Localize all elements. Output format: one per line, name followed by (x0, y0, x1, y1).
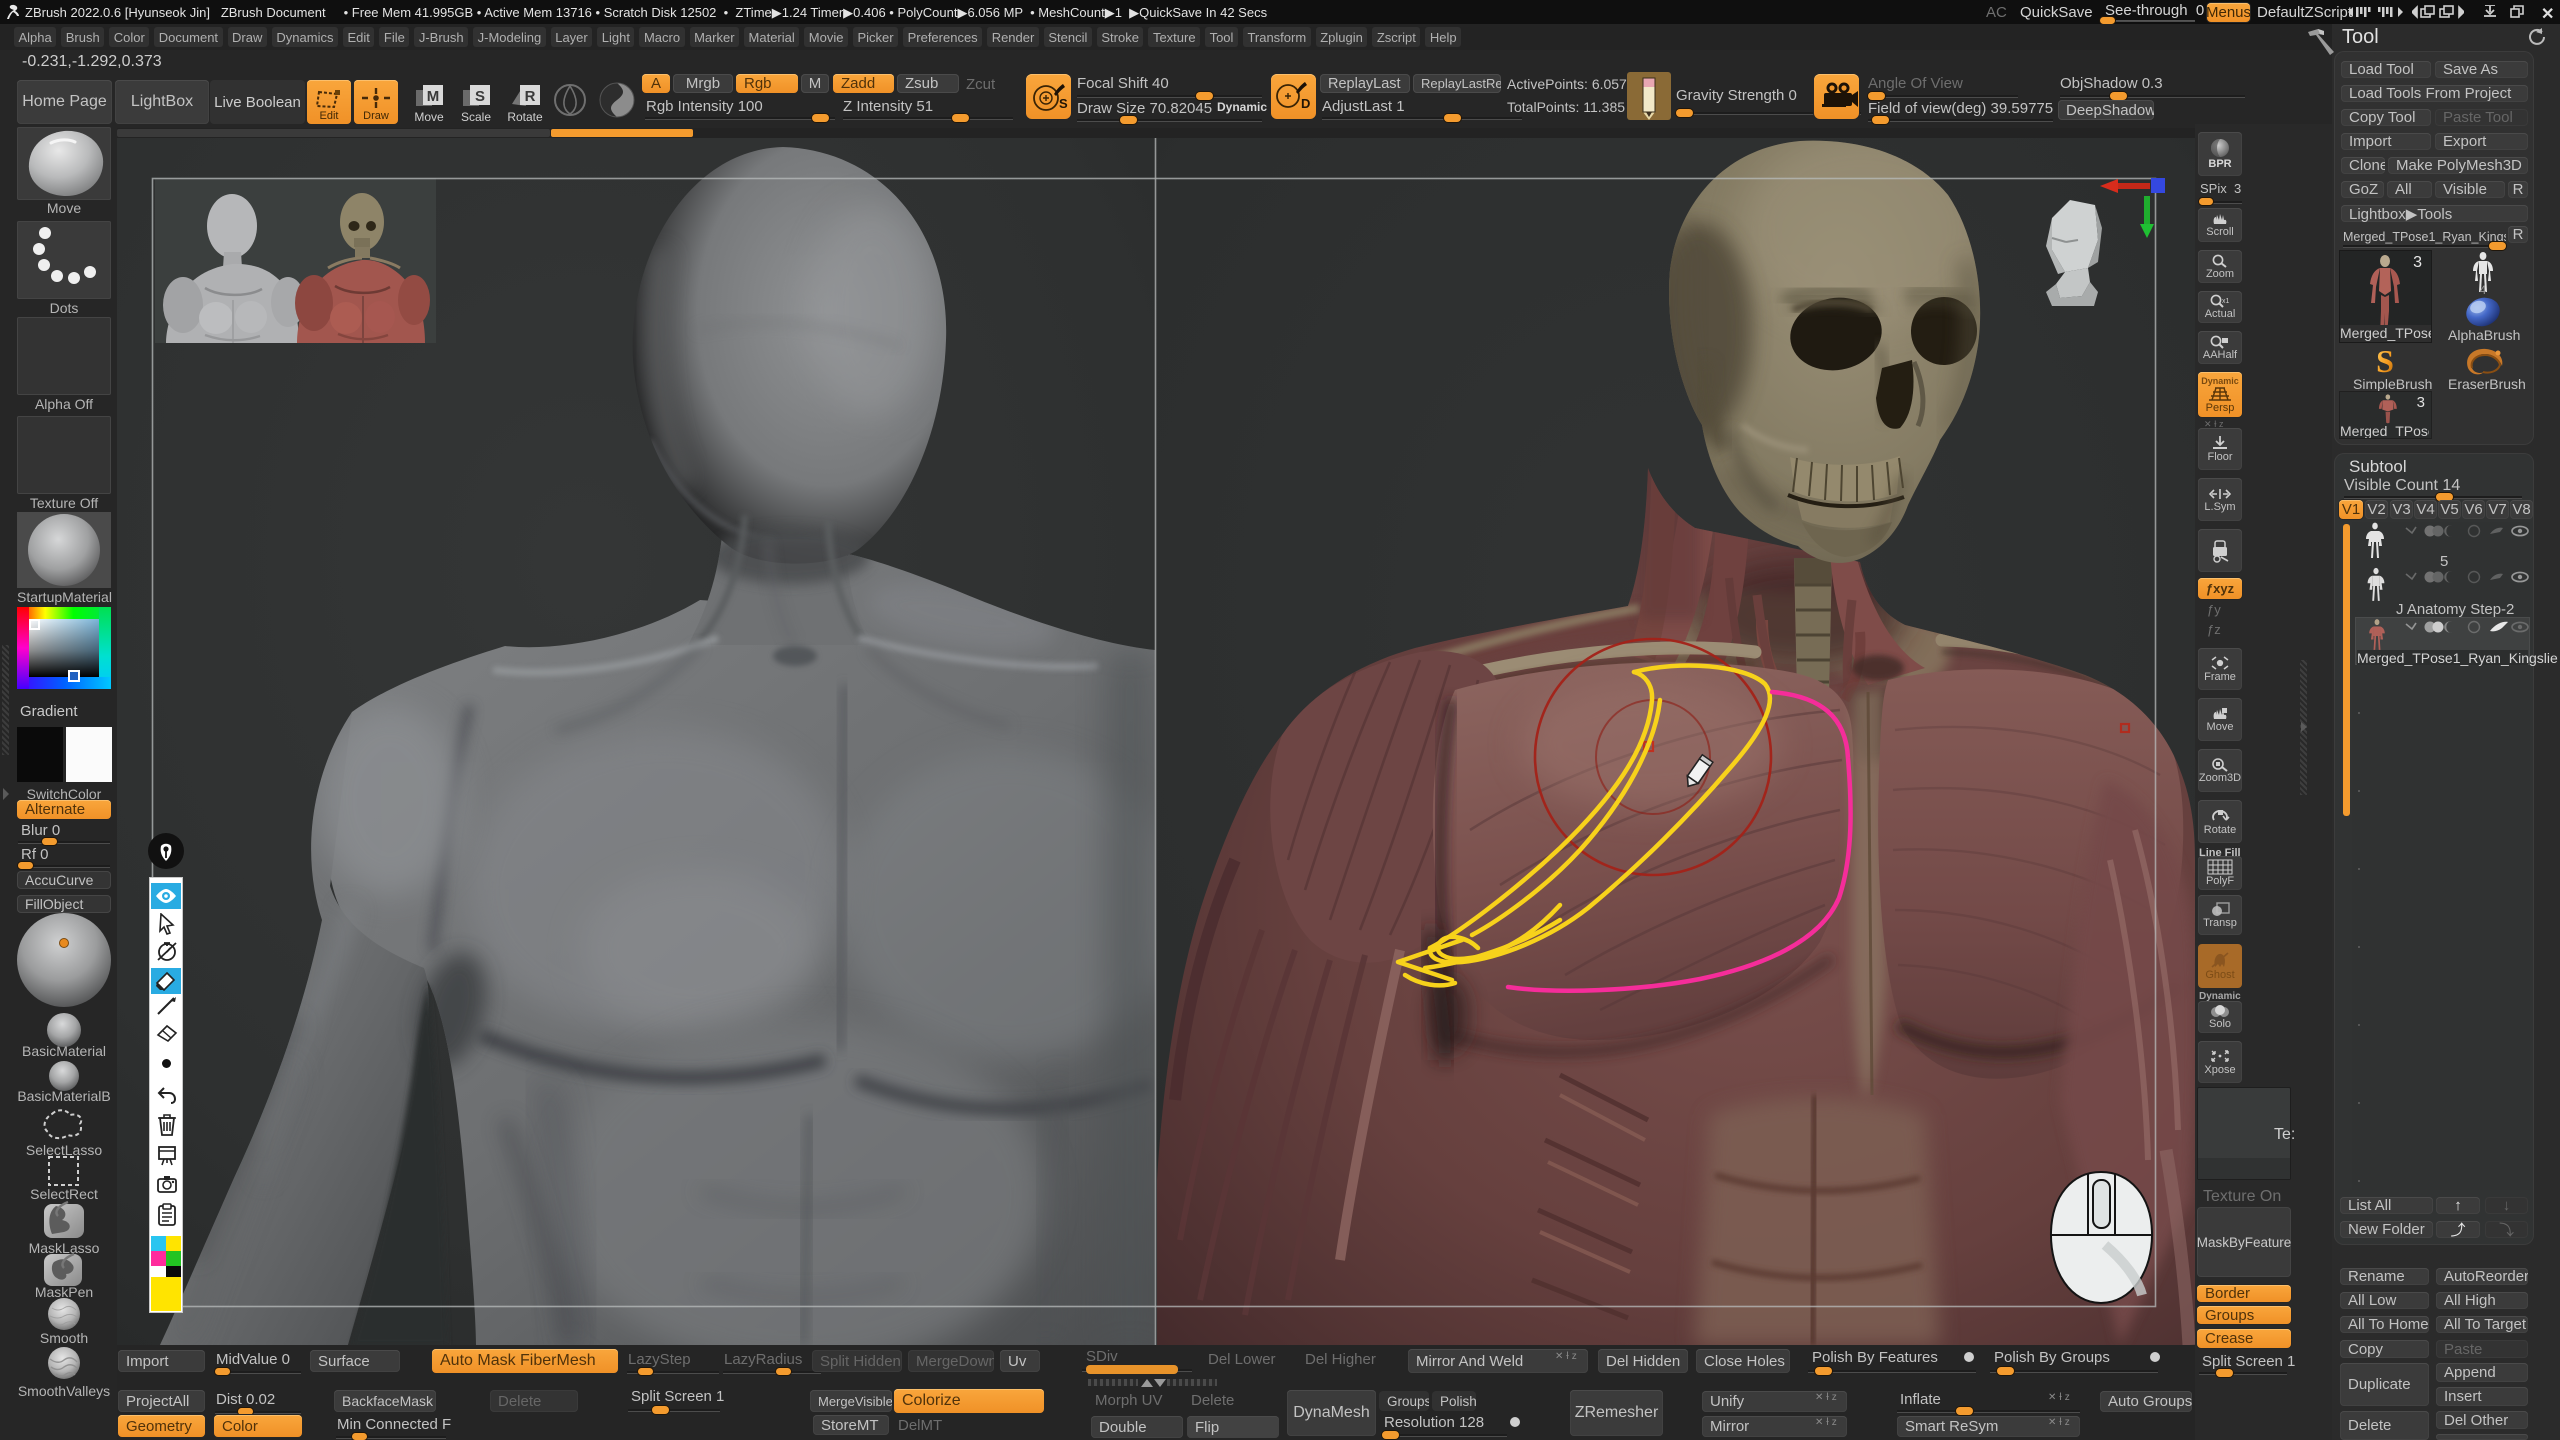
svg-text:S: S (2376, 346, 2394, 376)
svg-text:M: M (427, 88, 440, 105)
svg-text:x1: x1 (2222, 298, 2230, 305)
svg-text:4: 4 (2480, 283, 2487, 295)
svg-text:Edit: Edit (320, 110, 339, 122)
svg-text:Rotate: Rotate (507, 110, 543, 124)
svg-text:S: S (475, 88, 485, 105)
svg-text:Scale: Scale (461, 110, 491, 124)
svg-text:Move: Move (414, 110, 444, 124)
svg-text:R: R (525, 88, 536, 105)
svg-text:3: 3 (2413, 254, 2422, 271)
svg-text:D: D (1301, 96, 1310, 111)
svg-text:S: S (1059, 96, 1068, 111)
svg-text:3: 3 (2417, 394, 2425, 411)
svg-text:Draw: Draw (363, 110, 389, 122)
